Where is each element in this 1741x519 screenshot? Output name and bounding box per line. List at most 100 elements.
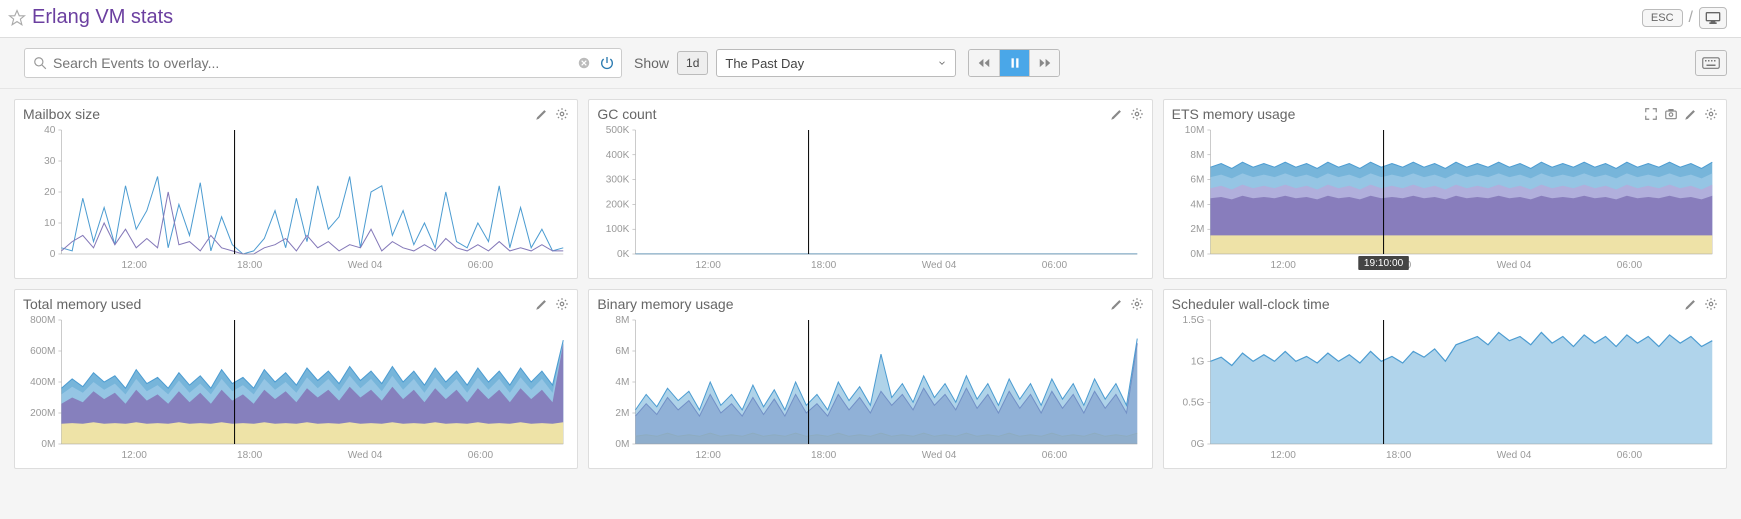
panel-head: Total memory used — [23, 296, 569, 312]
panel-head: Scheduler wall-clock time — [1172, 296, 1718, 312]
svg-text:1G: 1G — [1191, 356, 1205, 367]
chart-panel-gc: GC count 0K100K200K300K400K500K12:0018:0… — [588, 99, 1152, 279]
svg-text:18:00: 18:00 — [1386, 450, 1412, 461]
chart-body[interactable]: 0K100K200K300K400K500K12:0018:00Wed 0406… — [597, 124, 1143, 274]
gear-icon[interactable] — [1130, 107, 1144, 121]
controls-bar: Show 1d The Past Day — [0, 38, 1741, 89]
playback-controls — [968, 49, 1060, 77]
panel-head: GC count — [597, 106, 1143, 122]
svg-text:40: 40 — [44, 125, 56, 136]
svg-text:12:00: 12:00 — [1270, 260, 1296, 271]
svg-text:12:00: 12:00 — [122, 450, 148, 461]
svg-text:8M: 8M — [616, 315, 630, 326]
svg-text:06:00: 06:00 — [1042, 260, 1068, 271]
chevron-down-icon — [937, 58, 947, 68]
gear-icon[interactable] — [555, 107, 569, 121]
fullscreen-monitor-button[interactable] — [1699, 7, 1727, 29]
chart-grid: Mailbox size 01020304012:0018:00Wed 0406… — [0, 89, 1741, 479]
svg-text:06:00: 06:00 — [1042, 450, 1068, 461]
dashboard-header: Erlang VM stats ESC / — [0, 0, 1741, 38]
chart-svg[interactable]: 01020304012:0018:00Wed 0406:00 — [23, 124, 569, 274]
svg-text:Wed 04: Wed 04 — [922, 450, 957, 461]
pencil-icon[interactable] — [1684, 297, 1698, 311]
svg-text:18:00: 18:00 — [811, 260, 837, 271]
time-range-group: Show 1d The Past Day — [634, 49, 956, 77]
esc-button[interactable]: ESC — [1642, 9, 1683, 27]
svg-text:Wed 04: Wed 04 — [348, 450, 383, 461]
chart-svg[interactable]: 0M2M4M6M8M12:0018:00Wed 0406:00 — [597, 314, 1143, 464]
svg-text:300K: 300K — [606, 175, 630, 186]
svg-text:30: 30 — [44, 156, 56, 167]
keyboard-icon — [1702, 57, 1720, 69]
camera-icon[interactable] — [1664, 107, 1678, 121]
svg-text:400M: 400M — [30, 377, 55, 388]
pencil-icon[interactable] — [1684, 107, 1698, 121]
svg-text:12:00: 12:00 — [696, 450, 722, 461]
search-input-wrap[interactable] — [24, 48, 622, 78]
time-preset-button[interactable]: 1d — [677, 51, 708, 75]
panel-title: Mailbox size — [23, 106, 100, 122]
chart-body[interactable]: 0G0.5G1G1.5G12:0018:00Wed 0406:00 — [1172, 314, 1718, 464]
svg-text:0M: 0M — [616, 439, 630, 450]
svg-text:Wed 04: Wed 04 — [1496, 260, 1531, 271]
search-input[interactable] — [53, 49, 577, 77]
svg-text:400K: 400K — [606, 150, 630, 161]
pencil-icon[interactable] — [535, 107, 549, 121]
clear-icon[interactable] — [577, 56, 591, 70]
pause-icon — [1008, 56, 1022, 70]
svg-text:10: 10 — [44, 218, 56, 229]
gear-icon[interactable] — [1704, 297, 1718, 311]
power-icon[interactable] — [599, 55, 615, 71]
svg-text:10M: 10M — [1184, 125, 1204, 136]
svg-text:Wed 04: Wed 04 — [348, 260, 383, 271]
pencil-icon[interactable] — [535, 297, 549, 311]
pause-button[interactable] — [999, 50, 1029, 76]
svg-text:06:00: 06:00 — [468, 260, 494, 271]
svg-text:0G: 0G — [1191, 439, 1205, 450]
svg-text:1.5G: 1.5G — [1182, 315, 1204, 326]
svg-text:18:00: 18:00 — [237, 260, 263, 271]
chart-body[interactable]: 01020304012:0018:00Wed 0406:00 — [23, 124, 569, 274]
svg-text:4M: 4M — [1190, 199, 1204, 210]
chart-svg[interactable]: 0K100K200K300K400K500K12:0018:00Wed 0406… — [597, 124, 1143, 274]
gear-icon[interactable] — [555, 297, 569, 311]
svg-text:600M: 600M — [30, 346, 55, 357]
panel-title: Total memory used — [23, 296, 141, 312]
time-range-text: The Past Day — [725, 56, 804, 71]
panel-actions — [1644, 107, 1718, 121]
gear-icon[interactable] — [1130, 297, 1144, 311]
svg-text:0.5G: 0.5G — [1182, 398, 1204, 409]
chart-body[interactable]: 0M2M4M6M8M10M12:0018:00Wed 0406:0019:10:… — [1172, 124, 1718, 274]
chart-body[interactable]: 0M200M400M600M800M12:0018:00Wed 0406:00 — [23, 314, 569, 464]
show-label: Show — [634, 55, 669, 71]
page-title: Erlang VM stats — [32, 6, 173, 29]
svg-text:100K: 100K — [606, 224, 630, 235]
svg-text:06:00: 06:00 — [468, 450, 494, 461]
chart-panel-ets: ETS memory usage 0M2M4M6M8M10M12:0018:00… — [1163, 99, 1727, 279]
chart-svg[interactable]: 0M2M4M6M8M10M12:0018:00Wed 0406:0019:10:… — [1172, 124, 1718, 274]
svg-text:2M: 2M — [1190, 224, 1204, 235]
monitor-icon — [1705, 11, 1721, 25]
expand-icon[interactable] — [1644, 107, 1658, 121]
pencil-icon[interactable] — [1110, 107, 1124, 121]
panel-actions — [1684, 297, 1718, 311]
panel-title: Scheduler wall-clock time — [1172, 296, 1330, 312]
chart-svg[interactable]: 0G0.5G1G1.5G12:0018:00Wed 0406:00 — [1172, 314, 1718, 464]
svg-text:500K: 500K — [606, 125, 630, 136]
panel-title: GC count — [597, 106, 656, 122]
chart-body[interactable]: 0M2M4M6M8M12:0018:00Wed 0406:00 — [597, 314, 1143, 464]
svg-text:0M: 0M — [1190, 249, 1204, 260]
pencil-icon[interactable] — [1110, 297, 1124, 311]
svg-text:20: 20 — [44, 187, 56, 198]
star-icon[interactable] — [8, 9, 26, 27]
svg-text:8M: 8M — [1190, 150, 1204, 161]
keyboard-shortcuts-button[interactable] — [1695, 50, 1727, 76]
svg-text:800M: 800M — [30, 315, 55, 326]
panel-head: Binary memory usage — [597, 296, 1143, 312]
forward-button[interactable] — [1029, 50, 1059, 76]
time-range-select[interactable]: The Past Day — [716, 49, 956, 77]
search-icon — [33, 56, 47, 70]
gear-icon[interactable] — [1704, 107, 1718, 121]
rewind-button[interactable] — [969, 50, 999, 76]
chart-svg[interactable]: 0M200M400M600M800M12:0018:00Wed 0406:00 — [23, 314, 569, 464]
